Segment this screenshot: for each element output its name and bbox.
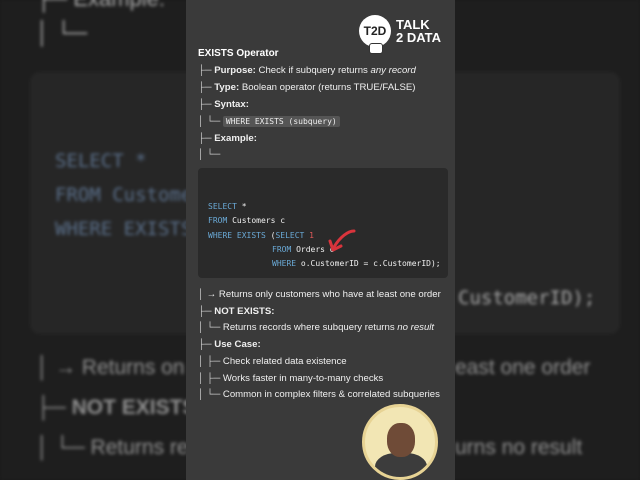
bg-code-line: SELECT * <box>55 150 147 172</box>
purpose-emph: any record <box>370 65 416 76</box>
bg-code-line: CustomerID); <box>458 287 596 309</box>
bg-not-exists-left: │ └─ Returns re <box>36 436 189 459</box>
code-line-1: SELECT * <box>208 202 247 211</box>
not-exists-label: NOT EXISTS: <box>214 306 275 317</box>
syntax-label: Syntax: <box>214 99 249 110</box>
type-label: Type: <box>214 82 240 93</box>
tree-example: ├─ Example: <box>198 133 257 144</box>
tree-not-exists-text: │ └─ Returns records where subquery retu… <box>198 322 435 333</box>
bg-returns-left: │ → Returns on <box>36 356 185 379</box>
example-label: Example: <box>214 133 257 144</box>
tree-not-exists: ├─ NOT EXISTS: <box>198 306 275 317</box>
logo-line2: 2 DATA <box>396 30 442 45</box>
logo-badge-text: T2D <box>363 24 387 38</box>
bg-code-line: FROM Customer <box>55 184 204 206</box>
tree-returns: │ → Returns only customers who have at l… <box>198 289 441 300</box>
tree-title: EXISTS Operator <box>198 48 279 59</box>
bg-code-line: WHERE EXISTS <box>55 218 193 240</box>
tree-syntax-code: │ └─ WHERE EXISTS (subquery) <box>198 116 340 127</box>
syntax-code: WHERE EXISTS (subquery) <box>222 116 340 127</box>
not-exists-emph: no result <box>397 322 435 333</box>
red-arrow-icon <box>328 229 356 252</box>
tree-type: ├─ Type: Boolean operator (returns TRUE/… <box>198 82 416 93</box>
bg-example-label: ├─ Example: <box>36 0 165 12</box>
bg-not-exists: ├─ NOT EXISTS <box>36 396 197 419</box>
logo-text: TALK 2 DATA <box>396 18 441 44</box>
tree-purpose: ├─ Purpose: Check if subquery returns an… <box>198 65 416 76</box>
code-line-2: FROM Customers c <box>208 216 286 225</box>
bg-not-exists-right: urns no result <box>455 436 583 459</box>
purpose-label: Purpose: <box>214 65 256 76</box>
tree-example-branch: │ └─ <box>198 149 221 160</box>
code-line-5: WHERE o.CustomerID = c.CustomerID); <box>272 259 441 268</box>
use-case-label: Use Case: <box>214 339 261 350</box>
use-case-item: │ ├─ Works faster in many-to-many checks <box>198 373 384 384</box>
bg-returns-right: east one order <box>455 356 591 379</box>
tree-use-case: ├─ Use Case: <box>198 339 261 350</box>
purpose-text: Check if subquery returns <box>258 65 368 76</box>
database-icon <box>369 43 383 54</box>
tree-syntax: ├─ Syntax: <box>198 99 249 110</box>
use-case-item: │ └─ Common in complex filters & correla… <box>198 389 440 400</box>
code-line-3: WHERE EXISTS (SELECT 1 <box>208 231 314 240</box>
presenter-avatar <box>362 404 438 480</box>
use-case-item: │ ├─ Check related data existence <box>198 356 347 367</box>
not-exists-text: Returns records where subquery returns <box>222 322 395 333</box>
talk2data-logo: T2D TALK 2 DATA <box>359 15 441 54</box>
logo-badge: T2D <box>359 15 391 54</box>
type-text: Boolean operator (returns TRUE/FALSE) <box>241 82 416 93</box>
returns-text: → Returns only customers who have at lea… <box>206 289 441 300</box>
bg-tree-branch: │ └─ <box>36 20 88 45</box>
